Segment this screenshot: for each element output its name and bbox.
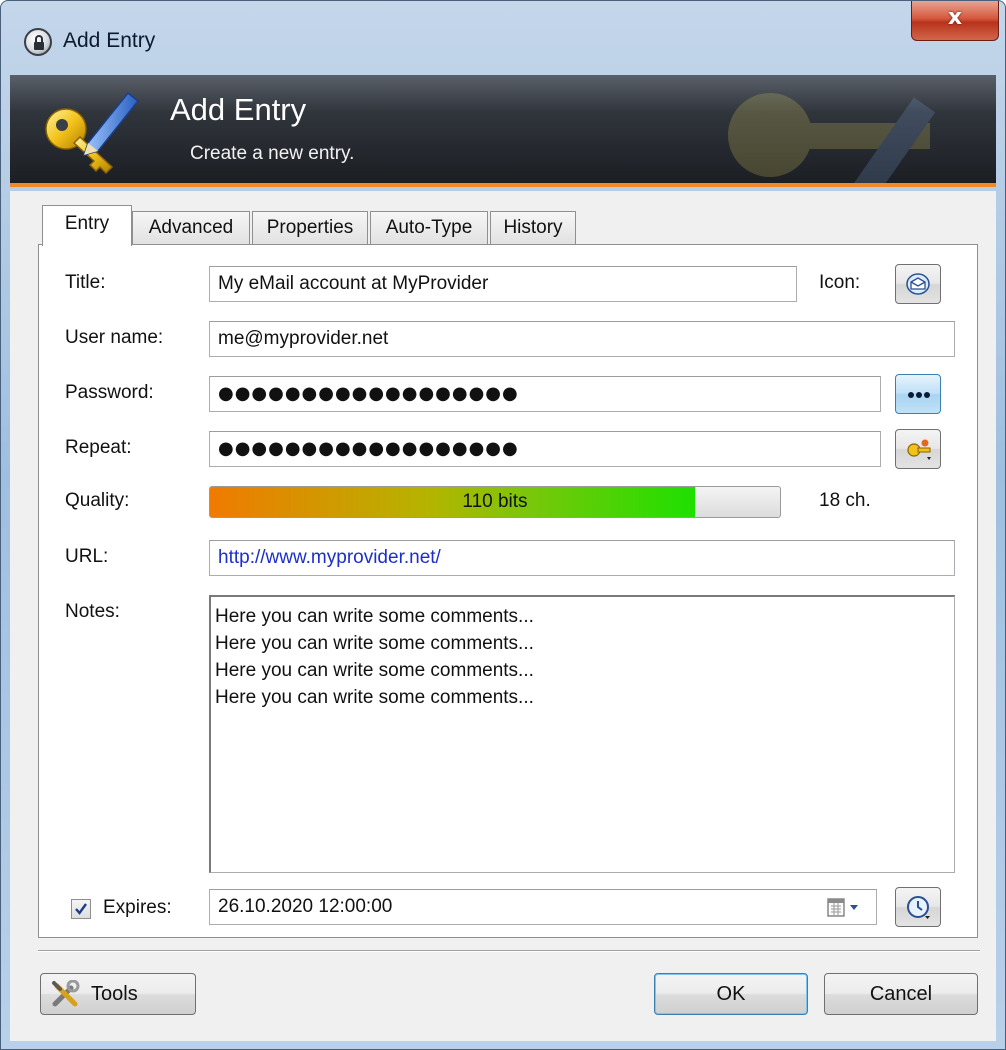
repeat-password-input[interactable]: ●●●●●●●●●●●●●●●●●● — [209, 431, 881, 467]
tab-properties[interactable]: Properties — [252, 211, 368, 245]
icon-label: Icon: — [819, 272, 861, 293]
password-length: 18 ch. — [819, 490, 871, 511]
window-title: Add Entry — [63, 29, 156, 52]
username-label: User name: — [65, 327, 164, 348]
notes-textarea[interactable]: Here you can write some comments... Here… — [209, 595, 955, 873]
envelope-icon — [906, 273, 930, 295]
close-icon: x — [947, 5, 963, 30]
dots-icon — [908, 392, 930, 398]
calendar-dropdown-icon — [827, 898, 858, 917]
add-entry-window: Add Entry x Add Entry Create a new entry… — [0, 0, 1006, 1050]
expiry-presets-button[interactable] — [895, 887, 941, 927]
close-button[interactable]: x — [911, 1, 999, 41]
checkmark-icon — [75, 903, 87, 915]
password-visibility-toggle[interactable] — [895, 374, 941, 414]
password-input[interactable]: ●●●●●●●●●●●●●●●●●● — [209, 376, 881, 412]
expiry-date-input[interactable]: 26.10.2020 12:00:00 — [209, 889, 877, 925]
expires-label: Expires: — [103, 897, 172, 918]
calendar-dropdown-button[interactable] — [825, 894, 865, 922]
icon-picker-button[interactable] — [895, 264, 941, 304]
dialog-body: Entry Advanced Properties Auto-Type Hist… — [10, 191, 996, 1041]
password-generator-button[interactable] — [895, 429, 941, 469]
url-input[interactable]: http://www.myprovider.net/ — [209, 540, 955, 576]
entry-tab-panel: Title: My eMail account at MyProvider Ic… — [38, 244, 978, 938]
quality-bar: 110 bits — [209, 486, 781, 518]
password-generator-icon — [907, 439, 931, 460]
banner-title: Add Entry — [170, 92, 307, 127]
title-label: Title: — [65, 272, 106, 293]
tools-button-label: Tools — [91, 983, 138, 1005]
quality-label: Quality: — [65, 490, 130, 511]
repeat-label: Repeat: — [65, 437, 132, 458]
notes-label: Notes: — [65, 601, 120, 622]
tools-icon — [52, 980, 80, 1007]
banner-subtitle: Create a new entry. — [190, 143, 355, 164]
username-input[interactable]: me@myprovider.net — [209, 321, 955, 357]
password-label: Password: — [65, 382, 154, 403]
header-banner: Add Entry Create a new entry. — [10, 75, 996, 187]
tab-auto-type[interactable]: Auto-Type — [370, 211, 488, 245]
tools-button[interactable]: Tools — [40, 973, 196, 1015]
clock-icon — [907, 896, 930, 919]
tab-history[interactable]: History — [490, 211, 576, 245]
tab-advanced[interactable]: Advanced — [132, 211, 250, 245]
tab-entry[interactable]: Entry — [42, 205, 132, 246]
separator — [38, 950, 980, 952]
ok-button[interactable]: OK — [654, 973, 808, 1015]
lock-icon — [24, 28, 52, 56]
banner-watermark-icon — [728, 93, 936, 183]
key-pencil-icon — [45, 91, 140, 175]
quality-bits: 110 bits — [462, 491, 528, 512]
title-bar[interactable]: Add Entry x — [1, 1, 1005, 75]
title-input[interactable]: My eMail account at MyProvider — [209, 266, 797, 302]
expires-checkbox[interactable] — [71, 899, 91, 919]
url-label: URL: — [65, 546, 109, 567]
cancel-button[interactable]: Cancel — [824, 973, 978, 1015]
